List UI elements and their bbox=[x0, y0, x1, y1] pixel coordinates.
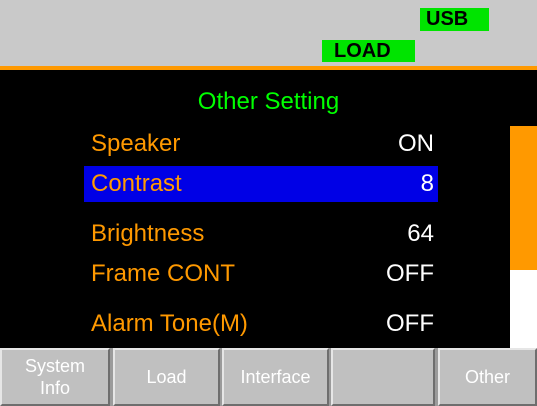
scrollbar-thumb[interactable] bbox=[510, 126, 537, 270]
softkey-system-info-label: System Info bbox=[24, 356, 85, 398]
softkey-load[interactable]: Load bbox=[113, 348, 220, 406]
softkey-other-label: Other bbox=[464, 367, 511, 387]
setting-label-brightness: Brightness bbox=[91, 220, 205, 247]
setting-label-speaker: Speaker bbox=[91, 130, 181, 157]
status-bar: USB LOAD bbox=[0, 0, 537, 70]
softkey-interface-label: Interface bbox=[240, 367, 311, 387]
softkey-blank[interactable] bbox=[331, 348, 435, 406]
setting-row-speaker[interactable]: Speaker ON bbox=[84, 126, 438, 162]
setting-label-contrast: Contrast bbox=[91, 170, 182, 197]
softkey-system-info[interactable]: System Info bbox=[0, 348, 110, 406]
softkey-other[interactable]: Other bbox=[438, 348, 537, 406]
setting-label-frame-cont: Frame CONT bbox=[91, 260, 235, 287]
load-indicator-badge: LOAD bbox=[322, 40, 415, 62]
softkey-interface[interactable]: Interface bbox=[222, 348, 329, 406]
softkey-load-label: Load bbox=[146, 367, 187, 387]
setting-value-brightness: 64 bbox=[407, 220, 434, 247]
scrollbar[interactable] bbox=[510, 126, 537, 348]
setting-row-frame-cont[interactable]: Frame CONT OFF bbox=[84, 256, 438, 292]
setting-value-contrast: 8 bbox=[420, 170, 434, 197]
other-setting-panel: Other Setting Speaker ON Contrast 8 Brig… bbox=[0, 70, 537, 348]
setting-row-alarm-tone[interactable]: Alarm Tone(M) OFF bbox=[84, 306, 438, 342]
softkey-bar: System Info Load Interface Other bbox=[0, 348, 537, 406]
setting-value-speaker: ON bbox=[398, 130, 434, 157]
setting-row-contrast[interactable]: Contrast 8 bbox=[84, 166, 438, 202]
setting-value-alarm-tone: OFF bbox=[386, 310, 434, 337]
panel-title: Other Setting bbox=[197, 88, 340, 115]
usb-indicator-badge: USB bbox=[420, 8, 489, 31]
setting-row-brightness[interactable]: Brightness 64 bbox=[84, 216, 438, 252]
setting-label-alarm-tone: Alarm Tone(M) bbox=[91, 310, 248, 337]
setting-value-frame-cont: OFF bbox=[386, 260, 434, 287]
